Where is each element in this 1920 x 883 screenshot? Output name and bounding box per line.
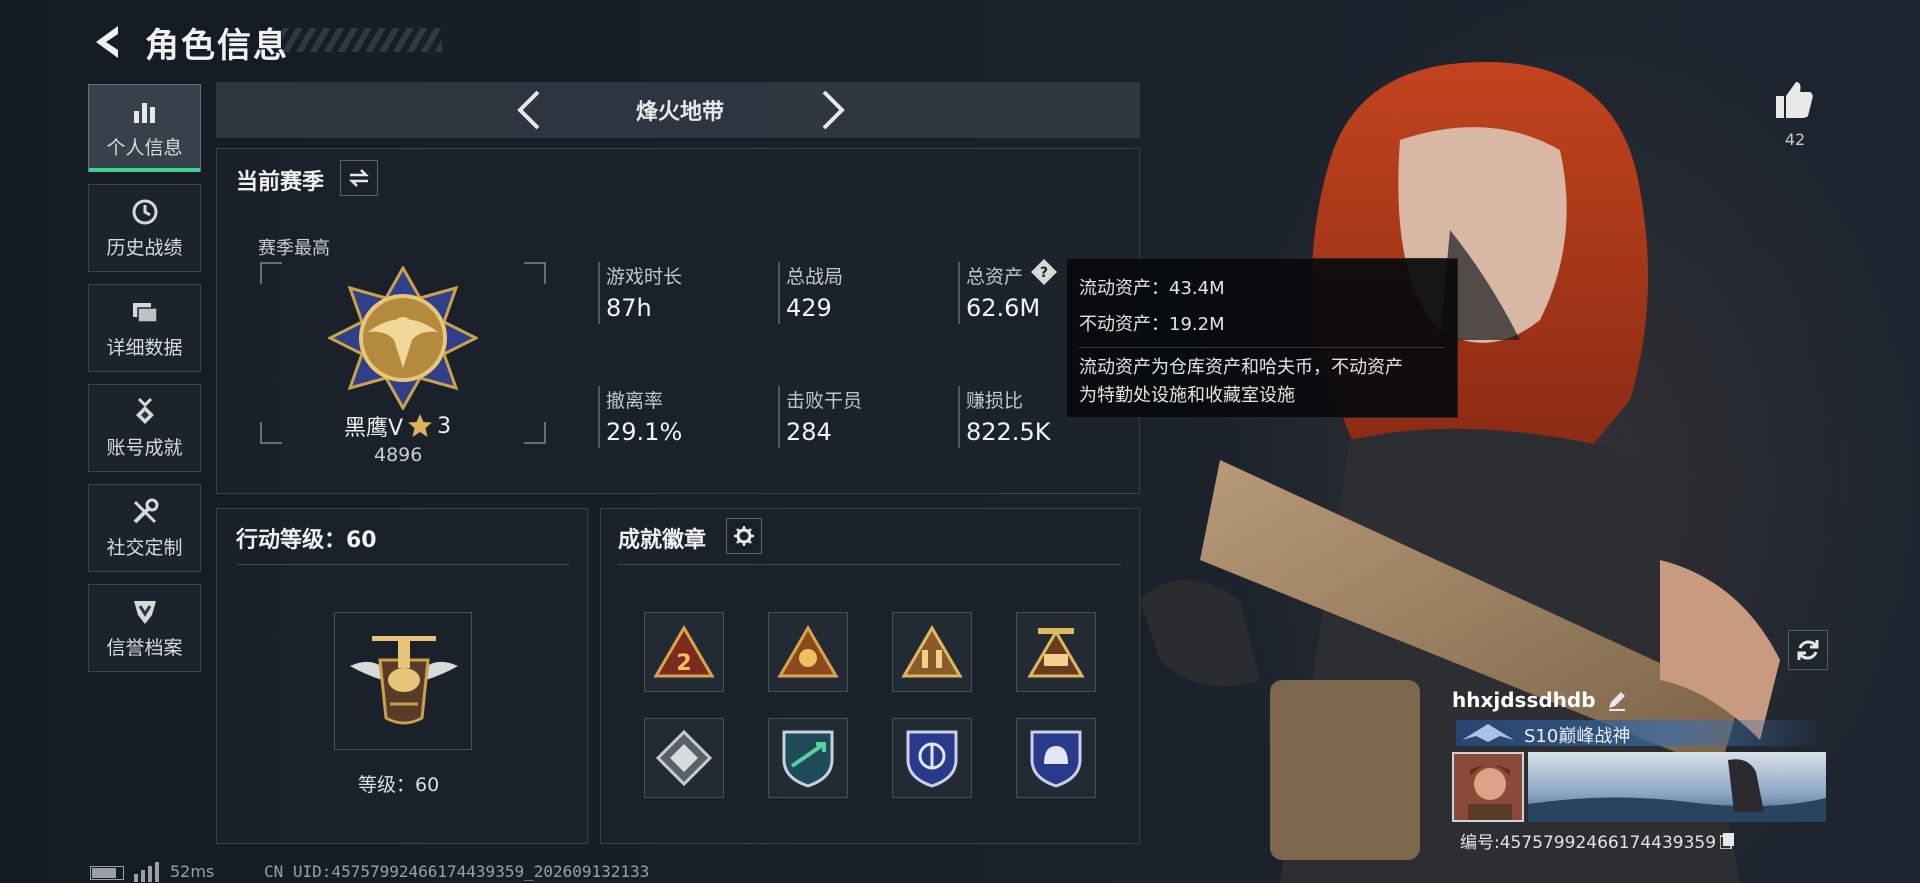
uid-text: CN UID:4575799246617443935​9_20260913213…: [264, 862, 650, 881]
swap-season-button[interactable]: [340, 160, 378, 196]
nav-detail-data[interactable]: 详细数据: [88, 284, 201, 372]
badge-slot-7[interactable]: [892, 718, 972, 798]
player-id: 编号:4575799246617443935​9: [1460, 833, 1717, 853]
player-banner[interactable]: [1528, 752, 1826, 822]
nav-personal-info[interactable]: 个人信息: [88, 84, 201, 172]
folders-icon: [132, 302, 158, 323]
edit-pencil-icon[interactable]: [1606, 689, 1628, 711]
stat-value-playtime: 87h: [606, 294, 652, 322]
avatar[interactable]: [1452, 752, 1524, 822]
rank-stars: 3: [437, 413, 452, 439]
action-level-label: 等级：60: [358, 774, 440, 796]
stat-label-operators-defeated: 击败干员: [786, 390, 863, 412]
nav-social-custom[interactable]: 社交定制: [88, 484, 201, 572]
triangle-badge-2-icon: 2: [653, 625, 715, 678]
title-wing-icon: [1462, 724, 1514, 742]
back-arrow-icon[interactable]: [88, 22, 128, 62]
signal-icon: [134, 862, 159, 882]
shield-badge-arrows-icon: [782, 730, 834, 788]
player-name: hhxjdssdhdb: [1452, 688, 1596, 712]
player-id-row: 编号:4575799246617443935​9: [1460, 828, 1735, 853]
page-title: 角色信息: [145, 26, 289, 66]
action-level-title: 行动等级：60: [236, 528, 377, 553]
stat-label-total-matches: 总战局: [786, 266, 844, 288]
nav-label: 个人信息: [106, 136, 183, 159]
player-title: S10巅峰战神: [1524, 726, 1631, 747]
like-count: 42: [1784, 130, 1806, 149]
triangle-badge-soldiers-icon: [901, 625, 963, 678]
nav-label: 详细数据: [106, 336, 183, 359]
badge-slot-2[interactable]: [768, 612, 848, 692]
shield-badge-emblem-icon: [906, 730, 958, 788]
triangle-badge-hands-icon: [777, 625, 839, 678]
star-icon: [408, 414, 433, 437]
tooltip-desc-line1: 流动资产为仓库资产和哈夫币，不动资产: [1079, 357, 1403, 378]
stat-label-extract-rate: 撤离率: [606, 390, 664, 412]
badge-slot-6[interactable]: [768, 718, 848, 798]
battery-icon: [90, 866, 124, 880]
tooltip-liquid-assets: 流动资产：43.4M: [1079, 278, 1225, 299]
nav-label: 信誉档案: [106, 636, 183, 659]
badge-slot-3[interactable]: [892, 612, 972, 692]
diamond-badge-icon: [655, 729, 713, 787]
rank-score: 4896: [374, 444, 423, 466]
helicopter-badge-icon: [350, 636, 458, 725]
gear-icon: [734, 526, 754, 546]
nav-history[interactable]: 历史战绩: [88, 184, 201, 272]
bar-chart-icon: [133, 102, 155, 123]
badge-slot-1[interactable]: 2: [644, 612, 724, 692]
nav-achievements[interactable]: 账号成就: [88, 384, 201, 472]
player-name-row: hhxjdssdhdb: [1452, 688, 1628, 712]
nav-credit-file[interactable]: 信誉档案: [88, 584, 201, 672]
refresh-button[interactable]: [1788, 630, 1828, 670]
swap-icon: [348, 169, 370, 187]
asset-tooltip: 流动资产：43.4M 不动资产：19.2M 流动资产为仓库资产和哈夫币，不动资产…: [1066, 258, 1458, 418]
ping-value: 52ms: [170, 862, 215, 881]
chevron-right-icon[interactable]: [812, 88, 852, 132]
season-best-label: 赛季最高: [258, 238, 330, 259]
mode-title: 烽火地带: [635, 100, 724, 125]
svg-text:2: 2: [676, 651, 691, 676]
medal-icon: [135, 397, 154, 424]
badge-settings-button[interactable]: [726, 518, 762, 554]
tooltip-fixed-assets: 不动资产：19.2M: [1079, 314, 1225, 335]
nav-label: 社交定制: [106, 536, 183, 559]
banner-image: [1528, 752, 1826, 822]
refresh-icon: [1797, 640, 1819, 660]
shield-icon: [133, 600, 156, 624]
stat-value-operators-defeated: 284: [786, 418, 832, 446]
badge-slot-5[interactable]: [644, 718, 724, 798]
nav-label: 历史战绩: [106, 236, 183, 259]
thumbs-up-icon[interactable]: [1772, 78, 1816, 122]
season-title: 当前赛季: [236, 170, 325, 195]
avatar-portrait-icon: [1454, 754, 1522, 820]
clock-history-icon: [132, 199, 157, 224]
tooltip-desc-line2: 为特勤处设施和收藏室设施: [1079, 385, 1295, 406]
stat-label-total-assets: 总资产: [966, 266, 1024, 288]
stat-label-profit-ratio: 赚损比: [966, 390, 1024, 412]
chevron-left-icon[interactable]: [510, 88, 550, 132]
nav-label: 账号成就: [106, 436, 183, 459]
copy-icon[interactable]: [1720, 832, 1735, 849]
rank-line: 黑鹰Ⅴ 3: [344, 410, 451, 442]
badges-title: 成就徽章: [618, 528, 707, 553]
rank-name: 黑鹰Ⅴ: [344, 416, 404, 441]
stat-label-playtime: 游戏时长: [606, 266, 683, 288]
tools-icon: [133, 498, 158, 523]
stat-value-extract-rate: 29.1%: [606, 418, 683, 446]
stat-value-total-matches: 429: [786, 294, 832, 322]
rank-emblem-icon: [328, 266, 478, 410]
title-decoration: [282, 28, 442, 52]
